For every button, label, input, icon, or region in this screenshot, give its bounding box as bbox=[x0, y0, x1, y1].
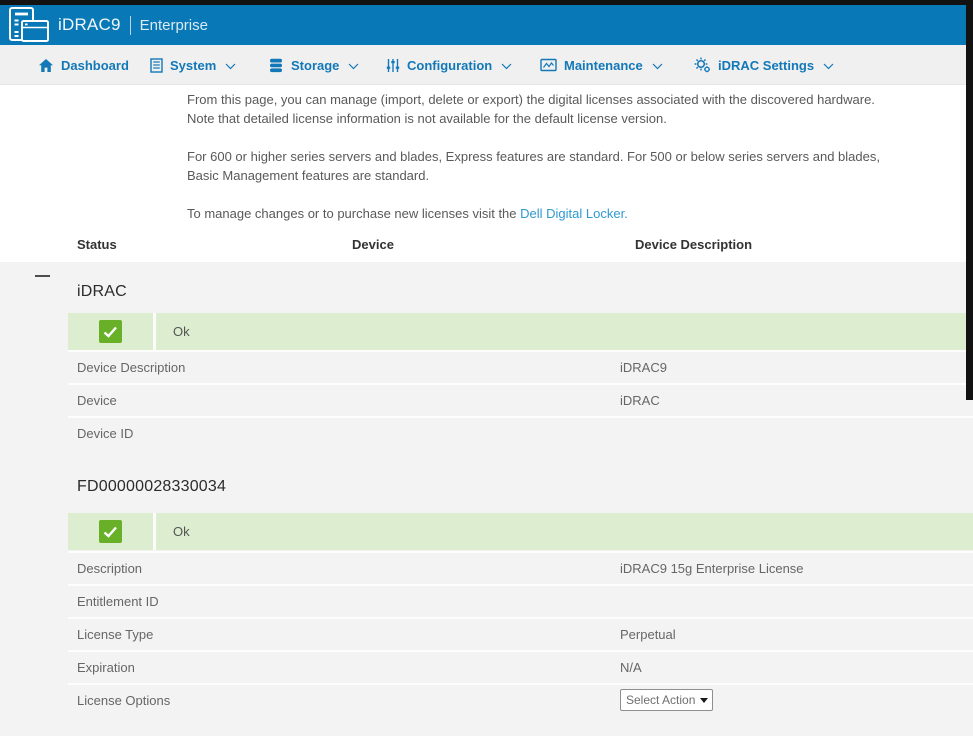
product-name: iDRAC9 bbox=[58, 15, 121, 35]
row-label: Entitlement ID bbox=[77, 586, 159, 617]
intro-line: For 600 or higher series servers and bla… bbox=[187, 147, 935, 166]
intro-paragraph-2: For 600 or higher series servers and bla… bbox=[187, 147, 935, 185]
nav-label: iDRAC Settings bbox=[718, 58, 814, 73]
nav-item-idrac-settings[interactable]: iDRAC Settings bbox=[694, 45, 834, 85]
table-row: Entitlement ID bbox=[68, 584, 973, 617]
row-value: N/A bbox=[620, 652, 642, 683]
nav-item-dashboard[interactable]: Dashboard bbox=[38, 45, 129, 85]
top-border bbox=[0, 0, 973, 5]
nav-label: Configuration bbox=[407, 58, 492, 73]
nav-item-configuration[interactable]: Configuration bbox=[386, 45, 512, 85]
edition-label: Enterprise bbox=[140, 17, 208, 34]
table-row: Device iDRAC bbox=[68, 383, 973, 416]
status-row: Ok bbox=[68, 513, 973, 550]
row-label: Expiration bbox=[77, 652, 135, 683]
intro-line: To manage changes or to purchase new lic… bbox=[187, 206, 520, 221]
chevron-down-icon bbox=[652, 63, 663, 70]
nav-label: Storage bbox=[291, 58, 339, 73]
system-icon bbox=[150, 58, 163, 73]
license-options-select-wrap: Select Action bbox=[620, 689, 713, 711]
table-row: License Options Select Action bbox=[68, 683, 973, 716]
table-row: Device ID bbox=[68, 416, 973, 449]
row-label: Device bbox=[77, 385, 117, 416]
status-row: Ok bbox=[68, 313, 973, 350]
masthead: iDRAC9 Enterprise bbox=[0, 5, 973, 45]
section-title-idrac: iDRAC bbox=[77, 283, 127, 301]
status-text: Ok bbox=[156, 513, 190, 550]
status-cell bbox=[68, 313, 156, 350]
license-actions-select[interactable]: Select Action bbox=[620, 689, 713, 711]
table-row: Device Description iDRAC9 bbox=[68, 350, 973, 383]
status-cell bbox=[68, 513, 156, 550]
nav-label: System bbox=[170, 58, 216, 73]
idrac-window: iDRAC9 Enterprise Dashboard System bbox=[0, 0, 973, 736]
row-label: License Type bbox=[77, 619, 153, 650]
row-label: Device ID bbox=[77, 418, 133, 449]
status-ok-checkbox-icon bbox=[99, 320, 122, 343]
license-group: iDRAC Ok Device Description iDRAC9 Devic… bbox=[0, 262, 973, 736]
table-row: License Type Perpetual bbox=[68, 617, 973, 650]
status-text: Ok bbox=[156, 313, 190, 350]
right-border bbox=[966, 0, 973, 400]
gear-icon bbox=[694, 57, 711, 73]
brand-divider bbox=[130, 16, 131, 35]
intro-line: Note that detailed license information i… bbox=[187, 109, 935, 128]
chevron-down-icon bbox=[348, 63, 359, 70]
section-title-license-id: FD00000028330034 bbox=[77, 478, 226, 496]
row-value: iDRAC9 15g Enterprise License bbox=[620, 553, 804, 584]
license-detail-rows: Description iDRAC9 15g Enterprise Licens… bbox=[68, 551, 973, 716]
intro-paragraph-1: From this page, you can manage (import, … bbox=[187, 90, 935, 128]
brand: iDRAC9 Enterprise bbox=[58, 15, 208, 35]
row-label: Device Description bbox=[77, 352, 185, 383]
row-value: iDRAC bbox=[620, 385, 660, 416]
table-row: Description iDRAC9 15g Enterprise Licens… bbox=[68, 551, 973, 584]
intro-line: Basic Management features are standard. bbox=[187, 166, 935, 185]
row-label: License Options bbox=[77, 685, 170, 716]
dell-digital-locker-link[interactable]: Dell Digital Locker. bbox=[520, 206, 628, 221]
monitor-chart-icon bbox=[540, 58, 557, 72]
nav-label: Maintenance bbox=[564, 58, 643, 73]
column-header-device-description: Device Description bbox=[635, 237, 752, 252]
row-label: Description bbox=[77, 553, 142, 584]
chevron-down-icon bbox=[823, 63, 834, 70]
status-ok-checkbox-icon bbox=[99, 520, 122, 543]
row-value: iDRAC9 bbox=[620, 352, 667, 383]
intro-line: From this page, you can manage (import, … bbox=[187, 90, 935, 109]
row-value: Perpetual bbox=[620, 619, 676, 650]
main-nav: Dashboard System Storage Configura bbox=[0, 45, 973, 85]
chevron-down-icon bbox=[225, 63, 236, 70]
idrac-logo-icon bbox=[8, 7, 50, 43]
storage-icon bbox=[268, 58, 284, 73]
nav-label: Dashboard bbox=[61, 58, 129, 73]
column-header-device: Device bbox=[352, 237, 394, 252]
home-icon bbox=[38, 58, 54, 73]
nav-item-storage[interactable]: Storage bbox=[268, 45, 359, 85]
collapse-minus-icon[interactable] bbox=[35, 275, 50, 277]
intro-paragraph-3: To manage changes or to purchase new lic… bbox=[187, 204, 935, 223]
sliders-icon bbox=[386, 58, 400, 73]
table-row: Expiration N/A bbox=[68, 650, 973, 683]
chevron-down-icon bbox=[501, 63, 512, 70]
nav-item-maintenance[interactable]: Maintenance bbox=[540, 45, 663, 85]
nav-item-system[interactable]: System bbox=[150, 45, 236, 85]
column-header-status: Status bbox=[77, 237, 117, 252]
license-page-intro: From this page, you can manage (import, … bbox=[187, 90, 935, 223]
idrac-detail-rows: Device Description iDRAC9 Device iDRAC D… bbox=[68, 350, 973, 449]
